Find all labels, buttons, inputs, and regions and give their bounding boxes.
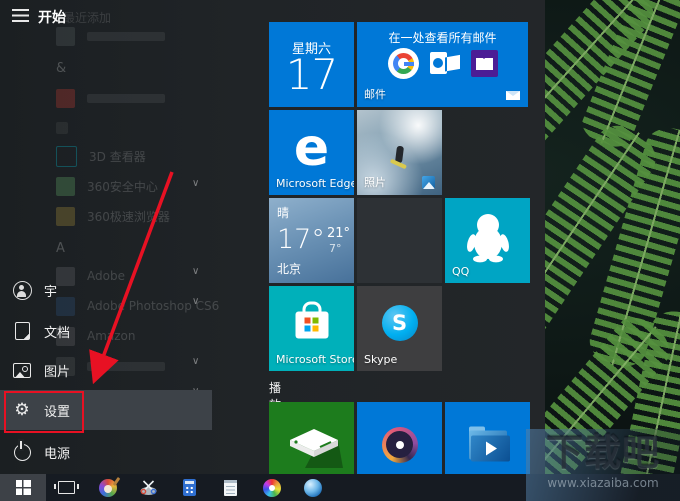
tile-xbox[interactable]	[269, 402, 354, 474]
snipping-tool-icon	[140, 480, 157, 495]
taskbar-app-browser[interactable]	[292, 474, 333, 501]
weather-temperature: 17°	[277, 224, 325, 255]
qq-penguin-icon	[466, 214, 509, 263]
photos-app-icon	[422, 176, 435, 189]
rail-item-documents[interactable]: 文档	[0, 311, 212, 351]
user-avatar-icon	[12, 280, 32, 300]
tile-movies-tv[interactable]	[445, 402, 530, 474]
calendar-day: 17	[285, 50, 338, 99]
paint-palette-icon	[98, 478, 117, 497]
screen: & 3D 查看器 360安全中心 360极速浏览器 A Adobe Adobe …	[0, 0, 680, 501]
color-wheel-icon	[262, 478, 281, 497]
tile-weather[interactable]: 晴 17° 21° 7° 北京	[269, 198, 354, 283]
weather-city: 北京	[277, 262, 302, 276]
pictures-icon	[13, 362, 31, 378]
groove-music-icon	[381, 426, 418, 463]
hamburger-menu-icon[interactable]	[12, 9, 29, 22]
tile-microsoft-edge[interactable]: e Microsoft Edge	[269, 110, 354, 195]
annotation-highlight-box	[4, 391, 84, 433]
movies-tv-icon	[468, 426, 510, 461]
tile-photos[interactable]: 照片	[357, 110, 442, 195]
weather-high: 21°	[327, 226, 351, 241]
start-menu: & 3D 查看器 360安全中心 360极速浏览器 A Adobe Adobe …	[0, 0, 545, 474]
rail-item-user[interactable]: 宇	[0, 270, 212, 310]
start-button[interactable]	[0, 474, 46, 501]
mail-tile-label: 邮件	[364, 88, 386, 101]
document-icon	[14, 322, 30, 340]
mail-tile-header: 在一处查看所有邮件	[388, 31, 497, 45]
outlook-logo-icon	[429, 50, 460, 77]
taskbar-app-paint[interactable]	[87, 474, 128, 501]
tile-microsoft-store[interactable]: Microsoft Store	[269, 286, 354, 371]
store-bag-icon	[295, 301, 328, 339]
watermark-url: www.xiazaiba.com	[547, 476, 659, 490]
rail-item-power[interactable]: 电源	[0, 432, 212, 472]
tile-mail[interactable]: 在一处查看所有邮件 邮件	[357, 22, 528, 107]
watermark-brand: 下载吧	[546, 431, 660, 474]
taskbar-app-calculator[interactable]	[169, 474, 210, 501]
xbox-console-icon	[290, 429, 343, 468]
blue-globe-icon	[303, 478, 322, 497]
weather-condition: 晴	[277, 206, 290, 220]
tile-empty[interactable]	[357, 198, 442, 283]
start-menu-title: 开始	[38, 10, 66, 26]
notepad-icon	[224, 479, 237, 496]
windows-logo-icon	[15, 480, 31, 495]
tile-skype[interactable]: S Skype	[357, 286, 442, 371]
taskbar-app-color-wheel[interactable]	[251, 474, 292, 501]
calculator-icon	[183, 479, 196, 496]
task-view-button[interactable]	[46, 474, 87, 501]
google-logo-icon	[387, 48, 419, 79]
tile-calendar[interactable]: 星期六 17	[269, 22, 354, 107]
rail-item-pictures[interactable]: 图片	[0, 350, 212, 390]
watermark: 下载吧 www.xiazaiba.com	[526, 429, 680, 501]
user-name: 宇	[44, 284, 58, 300]
envelope-icon	[506, 91, 520, 100]
recent-added-label: 最近添加	[63, 11, 112, 25]
tile-groove-music[interactable]	[357, 402, 442, 474]
power-icon	[13, 440, 31, 461]
edge-logo: e	[293, 118, 330, 178]
taskbar-app-snipping-tool[interactable]	[128, 474, 169, 501]
yahoo-mail-icon	[470, 50, 498, 77]
mail-provider-icons	[357, 48, 528, 79]
taskbar-app-notepad[interactable]	[210, 474, 251, 501]
tile-qq[interactable]: QQ	[445, 198, 530, 283]
task-view-icon	[54, 481, 79, 494]
weather-low: 7°	[329, 242, 342, 255]
skype-logo-icon: S	[381, 305, 418, 342]
